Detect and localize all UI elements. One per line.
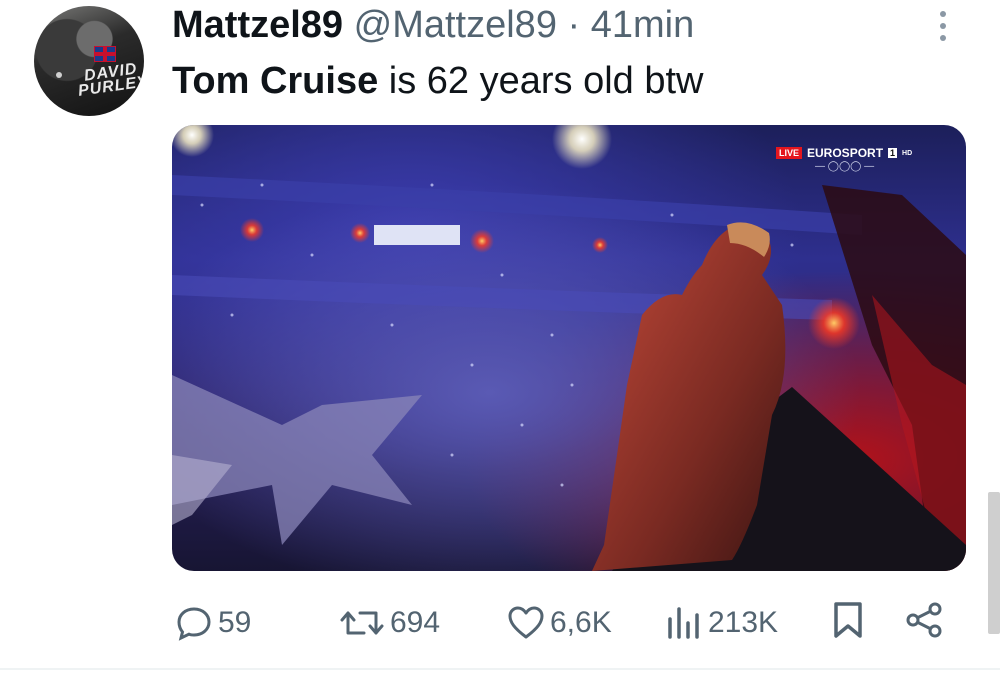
tweet-text-rest: is 62 years old btw bbox=[378, 60, 704, 102]
bookmark-button[interactable] bbox=[830, 600, 866, 640]
tweet-media[interactable]: LIVE EUROSPORT 1 HD — ◯◯◯ — bbox=[172, 125, 966, 571]
handle[interactable]: @Mattzel89 bbox=[354, 4, 557, 46]
channel-hd: HD bbox=[902, 149, 913, 157]
channel-name: EUROSPORT bbox=[807, 146, 884, 160]
tweet-text: Tom Cruise is 62 years old btw bbox=[172, 58, 703, 104]
union-jack-icon bbox=[94, 46, 116, 62]
tweet-actions: 59 694 6,6K 213K bbox=[0, 600, 1000, 650]
divider bbox=[0, 668, 1000, 670]
reply-button[interactable]: 59 bbox=[174, 600, 251, 646]
avatar[interactable]: DAVID PURLEY bbox=[34, 6, 144, 116]
repost-button[interactable]: 694 bbox=[338, 600, 440, 646]
like-icon bbox=[508, 606, 544, 639]
views-icon bbox=[668, 607, 699, 639]
share-button[interactable] bbox=[904, 600, 944, 640]
broadcast-logo: LIVE EUROSPORT 1 HD bbox=[776, 146, 912, 160]
olympic-rings-icon: — ◯◯◯ — bbox=[815, 161, 875, 172]
views-button[interactable]: 213K bbox=[664, 600, 778, 646]
share-icon bbox=[906, 602, 942, 638]
more-icon[interactable] bbox=[925, 6, 961, 46]
bookmark-icon bbox=[834, 602, 862, 638]
reply-count: 59 bbox=[218, 606, 252, 639]
avatar-dot bbox=[56, 72, 62, 78]
scrollbar[interactable] bbox=[988, 492, 1000, 634]
tweet-text-bold: Tom Cruise bbox=[172, 60, 379, 102]
channel-number: 1 bbox=[888, 148, 898, 158]
repost-icon bbox=[340, 611, 384, 635]
tweet-header: Mattzel89 @Mattzel89 · 41min bbox=[172, 2, 694, 48]
reply-icon bbox=[177, 607, 211, 641]
like-button[interactable]: 6,6K bbox=[506, 600, 612, 646]
separator: · bbox=[567, 4, 581, 46]
display-name[interactable]: Mattzel89 bbox=[172, 4, 343, 46]
stadium-scene bbox=[172, 125, 966, 571]
repost-count: 694 bbox=[390, 606, 441, 639]
live-badge: LIVE bbox=[776, 147, 803, 159]
timestamp[interactable]: 41min bbox=[591, 4, 695, 46]
views-count: 213K bbox=[708, 606, 779, 639]
like-count: 6,6K bbox=[550, 606, 612, 639]
